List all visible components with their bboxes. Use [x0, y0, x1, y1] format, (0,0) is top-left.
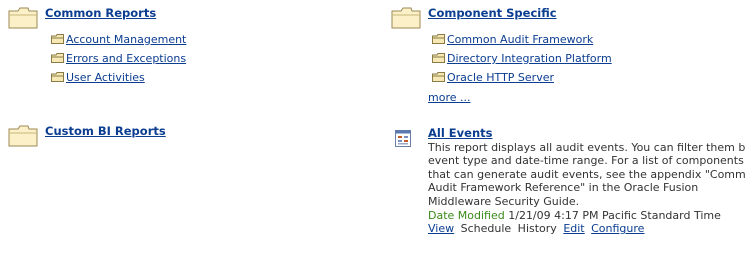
folder-icon — [391, 7, 421, 29]
folder-icon — [8, 7, 38, 29]
list-item: Oracle HTTP Server — [432, 68, 612, 87]
common-reports-list: Account Management Errors and Exceptions… — [51, 30, 186, 87]
directory-integration-platform-link[interactable]: Directory Integration Platform — [447, 52, 612, 65]
configure-link[interactable]: Configure — [591, 222, 644, 235]
common-reports-link[interactable]: Common Reports — [45, 6, 156, 20]
custom-bi-reports-link[interactable]: Custom BI Reports — [45, 124, 166, 138]
folder-small-icon — [432, 72, 445, 82]
common-audit-framework-link[interactable]: Common Audit Framework — [447, 33, 593, 46]
errors-and-exceptions-link[interactable]: Errors and Exceptions — [66, 52, 186, 65]
folder-small-icon — [432, 53, 445, 63]
account-management-link[interactable]: Account Management — [66, 33, 186, 46]
report-icon — [395, 130, 411, 147]
history-text: History — [517, 222, 557, 236]
list-item: User Activities — [51, 68, 186, 87]
date-modified-value: 1/21/09 4:17 PM Pacific Standard Time — [508, 208, 721, 222]
user-activities-link[interactable]: User Activities — [66, 71, 145, 84]
list-item: Errors and Exceptions — [51, 49, 186, 68]
all-events-report: All Events This report displays all audi… — [428, 126, 746, 236]
view-link[interactable]: View — [428, 222, 454, 235]
oracle-http-server-link[interactable]: Oracle HTTP Server — [447, 71, 554, 84]
component-specific-link[interactable]: Component Specific — [428, 6, 557, 20]
component-specific-list: Common Audit Framework Directory Integra… — [432, 30, 612, 87]
folder-icon — [8, 125, 38, 147]
folder-small-icon — [51, 72, 64, 82]
report-actions: View Schedule History Edit Configure — [428, 222, 746, 236]
folder-small-icon — [51, 53, 64, 63]
folder-small-icon — [51, 34, 64, 44]
list-item: Directory Integration Platform — [432, 49, 612, 68]
folder-small-icon — [432, 34, 445, 44]
date-modified-label: Date Modified — [428, 208, 505, 222]
edit-link[interactable]: Edit — [563, 222, 584, 235]
date-modified-row: Date Modified 1/21/09 4:17 PM Pacific St… — [428, 209, 746, 223]
all-events-link[interactable]: All Events — [428, 126, 492, 140]
schedule-text: Schedule — [460, 222, 512, 236]
more-link[interactable]: more ... — [428, 91, 470, 104]
list-item: Common Audit Framework — [432, 30, 612, 49]
list-item: Account Management — [51, 30, 186, 49]
report-description: This report displays all audit events. Y… — [428, 140, 746, 208]
